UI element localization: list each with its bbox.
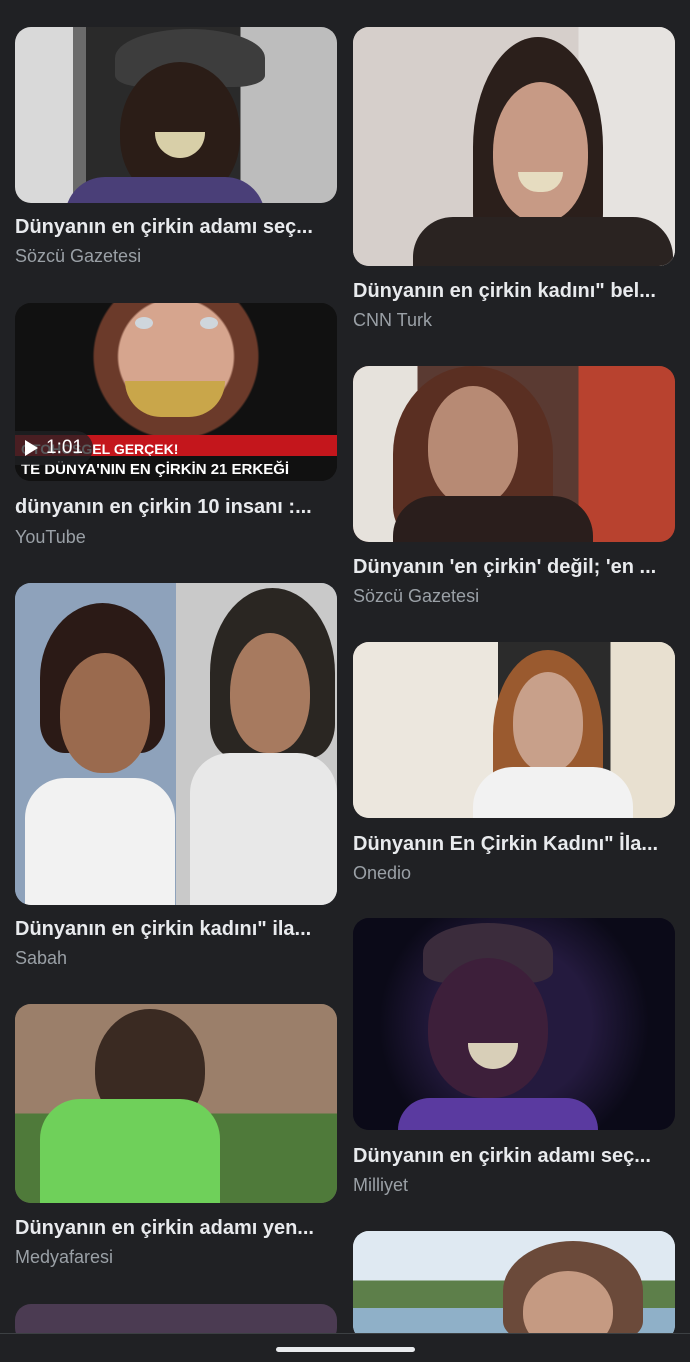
result-title[interactable]: Dünyanın en çirkin kadını" bel... (353, 279, 675, 303)
result-thumbnail[interactable] (15, 583, 337, 905)
result-title[interactable]: Dünyanın En Çirkin Kadını" İla... (353, 832, 675, 856)
result-thumbnail[interactable] (15, 27, 337, 203)
video-result-card[interactable]: OTOHOSGEL GERÇEK! TE DÜNYA'NIN EN ÇİRKİN… (15, 303, 337, 547)
image-result-card[interactable]: Dünyanın en çirkin kadını" ila... Sabah (15, 583, 337, 968)
result-source: Sözcü Gazetesi (15, 246, 142, 266)
result-thumbnail[interactable] (353, 1231, 675, 1341)
result-source: Milliyet (353, 1175, 409, 1195)
image-result-card[interactable]: Dünyanın 'en çirkin' değil; 'en ... Sözc… (353, 366, 675, 606)
image-result-card[interactable] (353, 1231, 675, 1341)
result-title[interactable]: Dünyanın en çirkin adamı yen... (15, 1216, 337, 1240)
previous-row-remnant (0, 0, 690, 6)
result-title[interactable]: dünyanın en çirkin 10 insanı :... (15, 495, 337, 519)
result-source: Sabah (15, 948, 68, 968)
result-thumbnail[interactable] (353, 27, 675, 266)
result-thumbnail[interactable] (353, 918, 675, 1130)
result-source: Medyafaresi (15, 1247, 114, 1267)
result-thumbnail[interactable] (353, 366, 675, 542)
result-source: Onedio (353, 863, 412, 883)
result-thumbnail[interactable] (15, 1004, 337, 1203)
image-result-card[interactable]: Dünyanın en çirkin adamı seç... Milliyet (353, 918, 675, 1195)
result-title[interactable]: Dünyanın 'en çirkin' değil; 'en ... (353, 555, 675, 579)
result-title[interactable]: Dünyanın en çirkin adamı seç... (353, 1144, 675, 1168)
result-title[interactable]: Dünyanın en çirkin kadını" ila... (15, 917, 337, 941)
result-source: YouTube (15, 527, 86, 547)
image-result-card[interactable]: Dünyanın en çirkin kadını" bel... CNN Tu… (353, 27, 675, 330)
result-title[interactable]: Dünyanın en çirkin adamı seç... (15, 215, 337, 239)
image-result-card[interactable]: Dünyanın en çirkin adamı yen... Medyafar… (15, 1004, 337, 1267)
video-duration: 1:01 (46, 437, 83, 458)
home-gesture-handle[interactable] (276, 1347, 415, 1352)
image-result-card[interactable]: Dünyanın en çirkin adamı seç... Sözcü Ga… (15, 27, 337, 266)
play-icon (25, 440, 38, 456)
result-thumbnail[interactable] (353, 642, 675, 818)
image-result-card[interactable]: Dünyanın En Çirkin Kadını" İla... Onedio (353, 642, 675, 883)
result-source: Sözcü Gazetesi (353, 586, 480, 606)
result-source: CNN Turk (353, 310, 433, 330)
video-duration-badge: 1:01 (15, 431, 93, 465)
